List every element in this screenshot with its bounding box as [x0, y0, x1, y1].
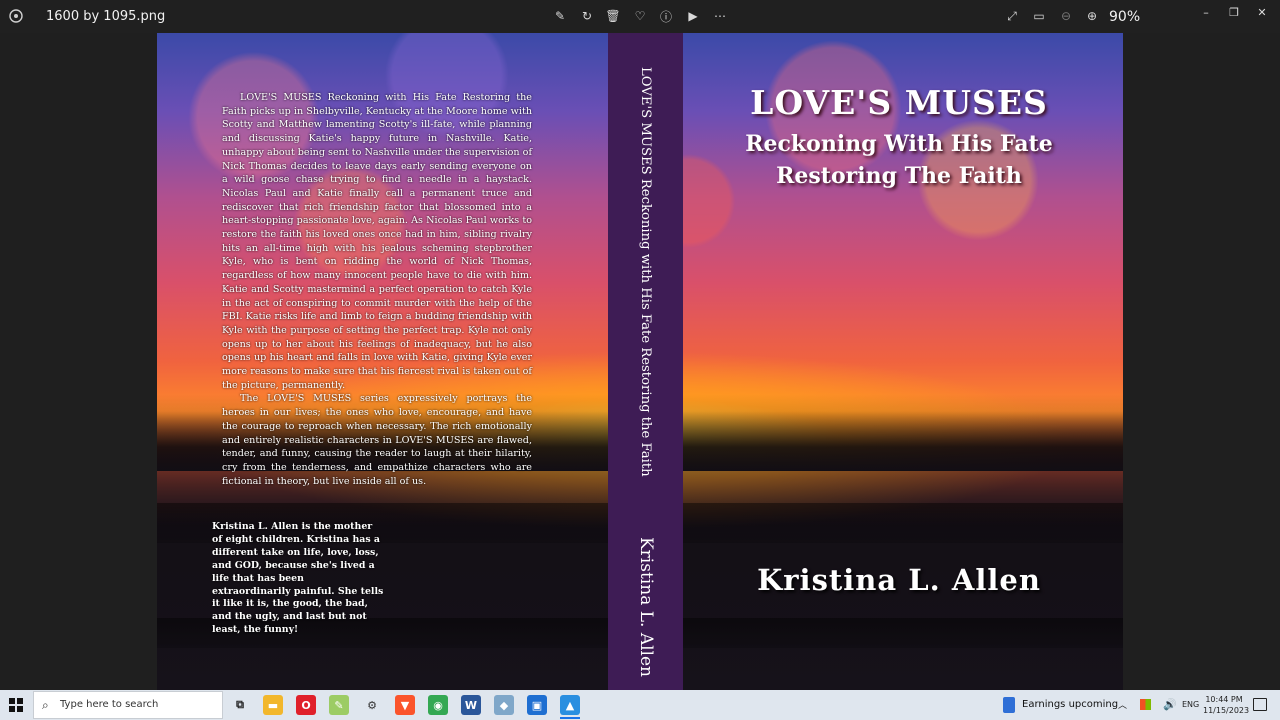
news-widget-text[interactable]: Earnings upcoming [1022, 699, 1118, 710]
settings-icon[interactable]: ⚙ [362, 695, 382, 715]
favorite-icon[interactable]: ♡ [632, 8, 648, 24]
book-cover-image: LOVE'S MUSES Reckoning with His Fate Res… [157, 33, 1123, 690]
screen-recorder-icon[interactable]: ▣ [527, 695, 547, 715]
blurb-paragraph: LOVE'S MUSES Reckoning with His Fate Res… [222, 92, 532, 391]
edit-icon[interactable]: ✎ [552, 8, 568, 24]
book-subtitle-1: Reckoning With His Fate [745, 131, 1053, 157]
volume-icon[interactable]: 🔊 [1163, 698, 1177, 711]
book-subtitle-2: Restoring The Faith [776, 163, 1022, 189]
file-explorer-icon[interactable]: ▬ [263, 695, 283, 715]
slideshow-icon[interactable]: ▶ [685, 8, 701, 24]
spine-text: LOVE'S MUSES Reckoning with His Fate Res… [631, 67, 661, 677]
author-bio: Kristina L. Allen is the mother of eight… [212, 521, 384, 636]
front-cover-title: LOVE'S MUSES Reckoning With His Fate Res… [687, 83, 1111, 192]
active-app-indicator [560, 717, 580, 719]
spine-title: LOVE'S MUSES Reckoning with His Fate Res… [638, 67, 653, 477]
info-icon[interactable]: ⓘ [658, 8, 674, 24]
chrome-icon[interactable]: ◉ [428, 695, 448, 715]
more-icon[interactable]: ⋯ [712, 8, 728, 24]
back-cover-blurb: LOVE'S MUSES Reckoning with His Fate Res… [222, 91, 532, 488]
notes-app-icon[interactable]: ✎ [329, 695, 349, 715]
book-title: LOVE'S MUSES [750, 83, 1048, 122]
word-icon[interactable]: W [461, 695, 481, 715]
fit-icon[interactable]: ▭ [1031, 8, 1047, 24]
search-placeholder: Type here to search [60, 699, 159, 710]
chevron-up-icon[interactable]: ︿ [1118, 698, 1127, 711]
task-view-icon[interactable]: ⧉ [230, 695, 250, 715]
search-icon: ⌕ [42, 698, 49, 712]
news-icon[interactable] [1003, 697, 1015, 713]
book-spine: LOVE'S MUSES Reckoning with His Fate Res… [608, 33, 683, 690]
taskbar-search-box[interactable]: ⌕ Type here to search [33, 691, 223, 719]
spine-author: Kristina L. Allen [635, 536, 656, 677]
clock-date: 11/15/2023 [1203, 706, 1250, 715]
blurb-paragraph: The LOVE'S MUSES series expressively por… [222, 393, 532, 487]
taskbar: ⌕ Type here to search ⧉ ▬ O ✎ ⚙ ▼ ◉ W ◆ ▣ ▲ ︿ Earn… [0, 690, 1280, 720]
language-indicator[interactable]: ENG [1182, 700, 1199, 709]
minimize-button[interactable]: – [1196, 4, 1216, 20]
delete-icon[interactable]: 🗑 [605, 8, 621, 24]
photos-app-icon [9, 9, 23, 23]
clock-time: 10:44 PM [1205, 695, 1243, 704]
rotate-icon[interactable]: ↻ [579, 8, 595, 24]
fullscreen-icon[interactable]: ⤢ [1004, 8, 1020, 24]
file-name: 1600 by 1095.png [46, 9, 166, 24]
restore-button[interactable]: ❐ [1224, 4, 1244, 20]
image-canvas[interactable]: LOVE'S MUSES Reckoning with His Fate Res… [0, 33, 1280, 690]
front-cover-author: Kristina L. Allen [757, 563, 1041, 597]
system-clock[interactable]: 10:44 PM 11/15/2023 [1203, 694, 1250, 716]
tray-app-icon[interactable] [1140, 699, 1151, 710]
zoom-level: 90% [1109, 9, 1141, 25]
photos-icon[interactable]: ▲ [560, 695, 580, 715]
zoom-out-icon[interactable]: ⊖ [1058, 8, 1074, 24]
notification-icon[interactable] [1253, 698, 1267, 711]
brave-icon[interactable]: ▼ [395, 695, 415, 715]
opera-icon[interactable]: O [296, 695, 316, 715]
app-icon-9[interactable]: ◆ [494, 695, 514, 715]
title-bar: 1600 by 1095.png ✎ ↻ 🗑 ♡ ⓘ ▶ ⋯ ⤢ ▭ ⊖ ⊕ 9… [0, 0, 1280, 33]
close-button[interactable]: ✕ [1252, 4, 1272, 20]
zoom-in-icon[interactable]: ⊕ [1084, 8, 1100, 24]
windows-start-icon[interactable] [9, 698, 23, 712]
